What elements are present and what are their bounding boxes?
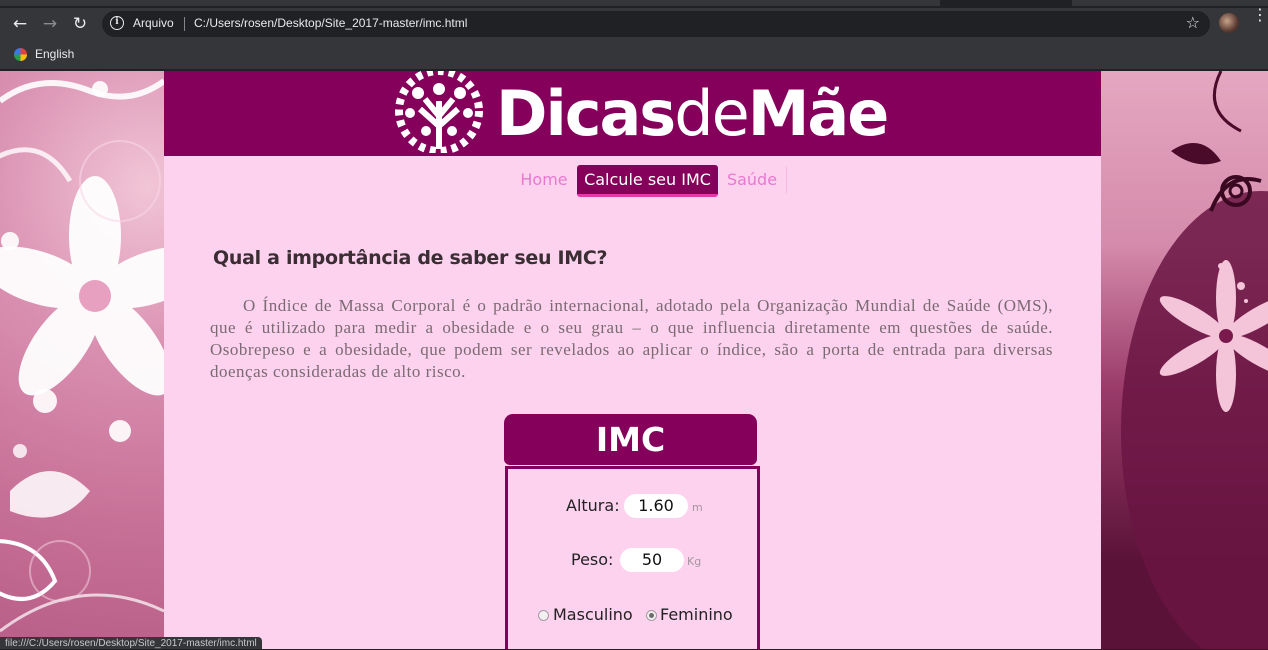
nav-saude[interactable]: Saúde xyxy=(722,165,782,197)
height-input[interactable]: 1.60 xyxy=(624,494,688,518)
weight-unit: Kg xyxy=(687,555,702,568)
site-page: DicasdeMãe Home Calcule seu IMC Saúde Qu… xyxy=(164,71,1101,649)
height-label: Altura: xyxy=(566,496,620,515)
nav-calcule-imc[interactable]: Calcule seu IMC xyxy=(577,165,718,197)
floral-background-left xyxy=(0,71,164,649)
browser-toolbar: ← → ↻ i Arquivo C:/Users/rosen/Desktop/S… xyxy=(0,8,1268,40)
logo-part-mae: Mãe xyxy=(747,77,890,150)
radio-masculino[interactable] xyxy=(538,610,549,621)
status-bar-url: file:///C:/Users/rosen/Desktop/Site_2017… xyxy=(0,637,262,649)
weight-label: Peso: xyxy=(571,550,614,569)
tab-bar-right xyxy=(1072,0,1268,6)
main-nav: Home Calcule seu IMC Saúde xyxy=(164,165,1101,199)
profile-avatar[interactable] xyxy=(1219,13,1239,33)
site-header: DicasdeMãe xyxy=(164,71,1101,156)
info-icon[interactable]: i xyxy=(110,16,124,30)
reload-icon[interactable]: ↻ xyxy=(67,8,93,40)
logo-part-dicas: Dicas xyxy=(496,77,676,150)
weight-row: Peso: 50 Kg xyxy=(508,548,757,572)
arrow-left-icon[interactable]: ← xyxy=(7,8,33,40)
menu-dots-icon[interactable]: ⋮ xyxy=(1252,7,1268,23)
site-logo-text[interactable]: DicasdeMãe xyxy=(496,77,890,151)
imc-calculator: Altura: 1.60 m Peso: 50 Kg Masculino Fem… xyxy=(505,466,760,649)
sex-row: Masculino Feminino xyxy=(508,603,757,627)
bookmarks-bar: English xyxy=(0,40,1268,70)
security-label: Arquivo xyxy=(133,16,174,30)
intro-paragraph: O Índice de Massa Corporal é o padrão in… xyxy=(210,296,1053,381)
height-row: Altura: 1.60 m xyxy=(508,494,757,518)
globe-icon xyxy=(14,48,27,61)
imc-title: IMC xyxy=(504,414,757,465)
nav-home[interactable]: Home xyxy=(514,165,574,197)
logo-part-de: de xyxy=(674,77,749,150)
url-text[interactable]: C:/Users/rosen/Desktop/Site_2017-master/… xyxy=(194,16,467,30)
star-icon[interactable]: ☆ xyxy=(1186,13,1200,32)
tab-strip xyxy=(0,0,1268,8)
weight-input[interactable]: 50 xyxy=(620,548,684,572)
address-bar[interactable]: i Arquivo C:/Users/rosen/Desktop/Site_20… xyxy=(102,11,1210,37)
divider xyxy=(184,17,185,31)
radio-feminino[interactable] xyxy=(646,610,657,621)
tree-logo-icon xyxy=(395,71,483,153)
label-feminino[interactable]: Feminino xyxy=(660,605,733,624)
floral-background-right xyxy=(1101,71,1268,649)
bookmark-english[interactable]: English xyxy=(35,47,74,61)
label-masculino[interactable]: Masculino xyxy=(553,605,633,624)
nav-divider xyxy=(786,167,787,193)
height-unit: m xyxy=(692,501,703,514)
page-heading: Qual a importância de saber seu IMC? xyxy=(213,247,608,269)
arrow-right-icon[interactable]: → xyxy=(37,8,63,40)
tab-bar xyxy=(0,0,940,6)
page-viewport: DicasdeMãe Home Calcule seu IMC Saúde Qu… xyxy=(0,71,1268,649)
